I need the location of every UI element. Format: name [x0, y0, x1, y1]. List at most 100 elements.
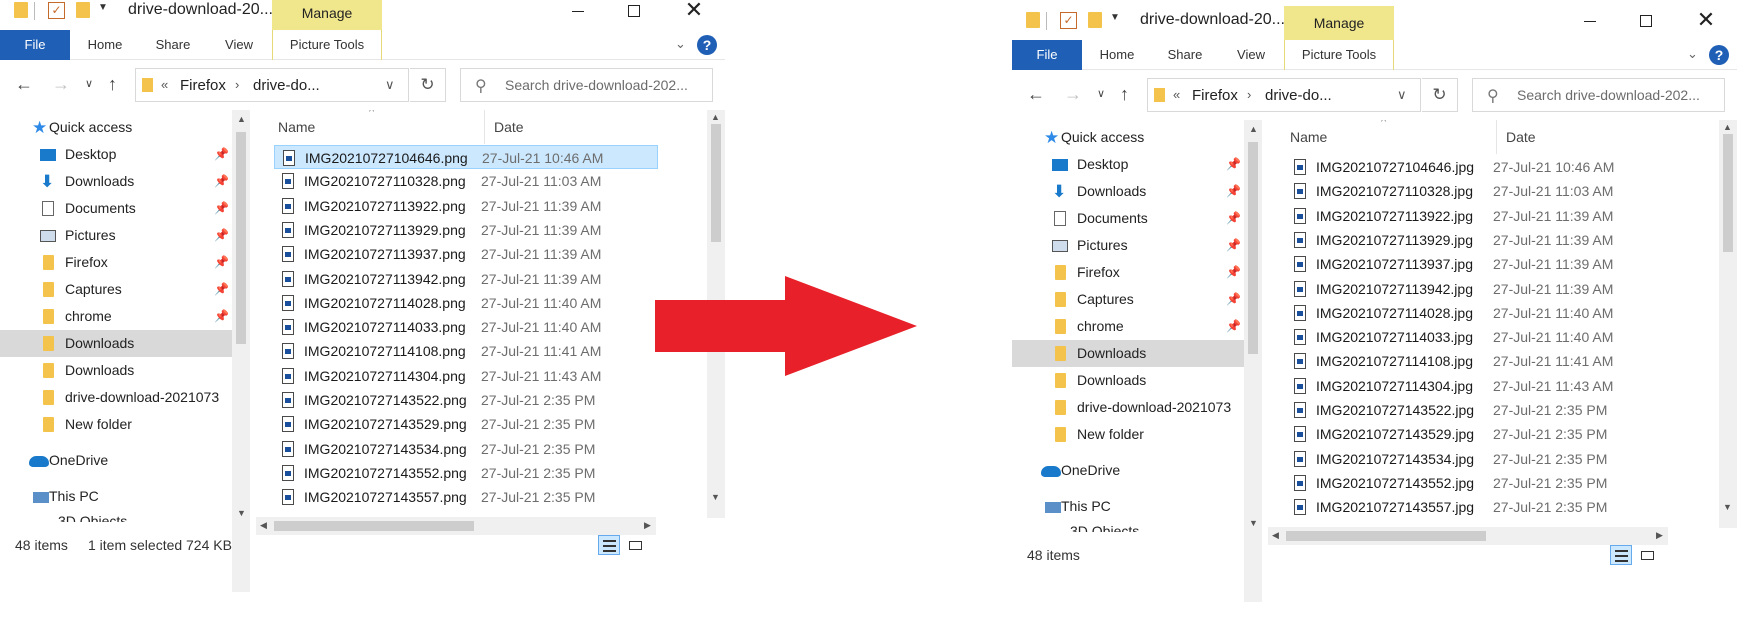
customize-toolbar-icon[interactable]: ▼ [98, 2, 108, 13]
scroll-left-icon[interactable]: ◀ [1272, 530, 1279, 541]
new-folder-icon[interactable] [1088, 12, 1102, 28]
file-list-scrollbar-thumb[interactable] [1723, 134, 1733, 252]
file-row[interactable]: IMG20210727113922.png 27-Jul-21 11:39 AM [274, 194, 658, 218]
scroll-left-icon[interactable]: ◀ [260, 520, 267, 531]
file-row[interactable]: IMG20210727143529.jpg 27-Jul-21 2:35 PM [1286, 422, 1670, 446]
column-header-date[interactable]: Date [484, 110, 664, 144]
nav-item[interactable]: ⬇ Downloads 📌 [1012, 178, 1244, 205]
breadcrumb-firefox[interactable]: Firefox [1192, 87, 1238, 104]
details-view-button[interactable] [1610, 545, 1632, 565]
tab-view[interactable]: View [210, 30, 268, 60]
nav-item-onedrive[interactable]: OneDrive [0, 447, 232, 474]
file-row[interactable]: IMG20210727113942.jpg 27-Jul-21 11:39 AM [1286, 277, 1670, 301]
file-row[interactable]: IMG20210727114033.jpg 27-Jul-21 11:40 AM [1286, 325, 1670, 349]
file-row[interactable]: IMG20210727114028.jpg 27-Jul-21 11:40 AM [1286, 301, 1670, 325]
forward-icon[interactable]: → [52, 74, 70, 95]
nav-scrollbar-thumb[interactable] [1248, 142, 1258, 354]
pin-icon[interactable]: 📌 [1226, 232, 1241, 259]
breadcrumb-current[interactable]: drive-do... [253, 77, 320, 94]
file-row[interactable]: IMG20210727114304.jpg 27-Jul-21 11:43 AM [1286, 374, 1670, 398]
tab-file[interactable]: File [0, 30, 70, 60]
close-button[interactable]: ✕ [678, 0, 710, 22]
nav-scrollbar-thumb[interactable] [236, 132, 246, 344]
scroll-up-icon[interactable]: ▲ [1249, 124, 1258, 134]
file-row[interactable]: IMG20210727114028.png 27-Jul-21 11:40 AM [274, 291, 658, 315]
file-list-horizontal-thumb[interactable] [274, 521, 474, 531]
tab-home[interactable]: Home [74, 30, 136, 60]
file-row[interactable]: IMG20210727110328.jpg 27-Jul-21 11:03 AM [1286, 179, 1670, 203]
file-row[interactable]: IMG20210727143522.jpg 27-Jul-21 2:35 PM [1286, 398, 1670, 422]
breadcrumb-firefox[interactable]: Firefox [180, 77, 226, 94]
nav-item[interactable]: ⬇ Downloads 📌 [0, 168, 232, 195]
expand-ribbon-icon[interactable]: ⌄ [675, 36, 686, 52]
pin-icon[interactable]: 📌 [1226, 178, 1241, 205]
nav-item[interactable]: Downloads [0, 357, 232, 384]
nav-item-onedrive[interactable]: OneDrive [1012, 457, 1244, 484]
pin-icon[interactable]: 📌 [214, 141, 229, 168]
pin-icon[interactable]: 📌 [1226, 259, 1241, 286]
file-row[interactable]: IMG20210727114108.png 27-Jul-21 11:41 AM [274, 339, 658, 363]
expand-ribbon-icon[interactable]: ⌄ [1687, 46, 1698, 62]
nav-item[interactable]: drive-download-2021073 [1012, 394, 1244, 421]
file-row[interactable]: IMG20210727143557.png 27-Jul-21 2:35 PM [274, 485, 658, 509]
close-button[interactable]: ✕ [1690, 8, 1722, 32]
file-row[interactable]: IMG20210727113937.jpg 27-Jul-21 11:39 AM [1286, 252, 1670, 276]
nav-item[interactable]: Firefox 📌 [0, 249, 232, 276]
scroll-down-icon[interactable]: ▼ [237, 508, 246, 518]
tab-picture-tools[interactable]: Picture Tools [272, 30, 382, 60]
minimize-button[interactable] [562, 0, 594, 22]
scroll-up-icon[interactable]: ▲ [711, 112, 720, 122]
refresh-button[interactable]: ↻ [410, 68, 446, 102]
maximize-button[interactable] [618, 0, 650, 22]
manage-tab[interactable]: Manage [272, 0, 382, 30]
file-row[interactable]: IMG20210727143529.png 27-Jul-21 2:35 PM [274, 412, 658, 436]
pin-icon[interactable]: 📌 [214, 195, 229, 222]
nav-item[interactable]: drive-download-2021073 [0, 384, 232, 411]
pin-icon[interactable]: 📌 [1226, 205, 1241, 232]
search-box[interactable]: ⚲ [460, 68, 713, 102]
search-box[interactable]: ⚲ [1472, 78, 1725, 112]
file-row[interactable]: IMG20210727143552.jpg 27-Jul-21 2:35 PM [1286, 471, 1670, 495]
nav-item[interactable]: Downloads [0, 330, 232, 357]
file-list-horizontal-thumb[interactable] [1286, 531, 1486, 541]
tab-picture-tools[interactable]: Picture Tools [1284, 40, 1394, 70]
file-list-scrollbar-thumb[interactable] [711, 124, 721, 242]
file-row[interactable]: IMG20210727104646.jpg 27-Jul-21 10:46 AM [1286, 155, 1670, 179]
large-icons-view-button[interactable] [1636, 545, 1658, 565]
nav-item-quick-access[interactable]: ★ Quick access [0, 114, 232, 141]
tab-home[interactable]: Home [1086, 40, 1148, 70]
forward-icon[interactable]: → [1064, 84, 1082, 105]
file-row[interactable]: IMG20210727114108.jpg 27-Jul-21 11:41 AM [1286, 349, 1670, 373]
breadcrumb-current[interactable]: drive-do... [1265, 87, 1332, 104]
pin-icon[interactable]: 📌 [214, 303, 229, 330]
file-row[interactable]: IMG20210727143534.png 27-Jul-21 2:35 PM [274, 437, 658, 461]
pin-icon[interactable]: 📌 [214, 276, 229, 303]
nav-item-quick-access[interactable]: ★ Quick access [1012, 124, 1244, 151]
scroll-down-icon[interactable]: ▼ [1249, 518, 1258, 528]
tab-view[interactable]: View [1222, 40, 1280, 70]
breadcrumb-separator-icon[interactable]: › [235, 77, 239, 92]
nav-item[interactable]: New folder [0, 411, 232, 438]
maximize-button[interactable] [1630, 8, 1662, 32]
new-folder-icon[interactable] [76, 2, 90, 18]
nav-item[interactable]: Captures 📌 [0, 276, 232, 303]
pin-icon[interactable]: 📌 [1226, 151, 1241, 178]
back-icon[interactable]: ← [15, 74, 33, 95]
nav-item[interactable]: Pictures 📌 [1012, 232, 1244, 259]
scroll-down-icon[interactable]: ▼ [711, 492, 720, 502]
search-input[interactable] [1517, 79, 1722, 111]
breadcrumb-separator-icon[interactable]: › [1247, 87, 1251, 102]
pin-icon[interactable]: 📌 [214, 249, 229, 276]
breadcrumb-overflow-icon[interactable]: « [161, 77, 168, 92]
scroll-right-icon[interactable]: ▶ [644, 520, 651, 531]
nav-item-3d-objects[interactable]: 3D Objects [0, 508, 232, 522]
minimize-button[interactable] [1574, 8, 1606, 32]
details-view-button[interactable] [598, 535, 620, 555]
recent-locations-icon[interactable]: ∨ [1097, 87, 1105, 100]
nav-item[interactable]: chrome 📌 [1012, 313, 1244, 340]
file-row[interactable]: IMG20210727143522.png 27-Jul-21 2:35 PM [274, 388, 658, 412]
column-header-name[interactable]: Name [278, 110, 484, 144]
nav-item[interactable]: Firefox 📌 [1012, 259, 1244, 286]
manage-tab[interactable]: Manage [1284, 6, 1394, 40]
nav-item[interactable]: Documents 📌 [0, 195, 232, 222]
